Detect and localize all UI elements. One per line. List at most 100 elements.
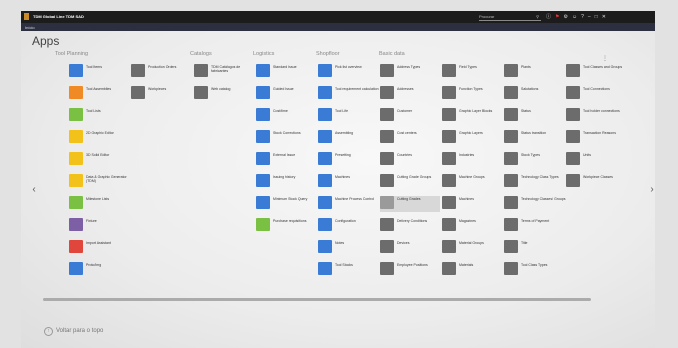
app-tile[interactable]: Cost/time — [256, 108, 316, 124]
app-tile-label: Issuing history — [273, 175, 296, 179]
app-tile[interactable]: Technology Classes/ Groups — [504, 196, 566, 212]
app-tile[interactable]: Machine Groups — [442, 174, 502, 190]
horizontal-scrollbar[interactable] — [43, 298, 591, 301]
app-tile-icon — [256, 152, 270, 165]
app-tile[interactable]: Production Orders — [131, 64, 191, 80]
close-icon[interactable]: ✕ — [602, 13, 606, 21]
app-tile[interactable]: Salutations — [504, 86, 564, 102]
app-tile[interactable]: Notes — [318, 240, 378, 256]
app-tile[interactable]: Devices — [380, 240, 440, 256]
search-icon[interactable]: ⚲ — [536, 13, 539, 20]
app-tile[interactable]: Delivery Conditions — [380, 218, 440, 234]
app-tile[interactable]: Countries — [380, 152, 440, 168]
app-tile[interactable]: Employee Positions — [380, 262, 440, 278]
settings-icon[interactable]: ⚙ — [564, 13, 568, 21]
app-tile[interactable]: Plants — [504, 64, 564, 80]
minimize-icon[interactable]: – — [588, 13, 591, 21]
user-icon[interactable]: ☺ — [572, 13, 577, 21]
app-tile[interactable]: Industries — [442, 152, 502, 168]
app-tile[interactable]: TDM Catálogos de fabricantes — [194, 64, 254, 80]
app-tile[interactable]: Units — [566, 152, 626, 168]
app-tile[interactable]: Customer — [380, 108, 440, 124]
flag-icon[interactable]: ⚑ — [555, 13, 559, 21]
app-tile[interactable]: Configuration — [318, 218, 378, 234]
help-icon[interactable]: ? — [581, 13, 584, 21]
app-tile[interactable]: Proto/Img — [69, 262, 129, 278]
app-tile[interactable]: Workpiece Classes — [566, 174, 626, 190]
app-tile[interactable]: Fixture — [69, 218, 129, 234]
app-tile[interactable]: Technology Class Types — [504, 174, 564, 190]
app-tile[interactable]: Graphic Layer Blocks — [442, 108, 502, 124]
app-tile[interactable]: Guided Issue — [256, 86, 316, 102]
app-tile[interactable]: Tool Life — [318, 108, 378, 124]
app-tile[interactable]: Stock Types — [504, 152, 564, 168]
app-tile-label: Graphic Layer Blocks — [459, 109, 493, 113]
app-tile[interactable]: Transaction Reasons — [566, 130, 626, 146]
app-tile[interactable]: External Issue — [256, 152, 316, 168]
app-tile[interactable]: Title — [504, 240, 564, 256]
app-tile[interactable]: Tool Items — [69, 64, 129, 80]
app-tile-icon — [69, 64, 83, 77]
app-tile[interactable]: Graphic Layers — [442, 130, 502, 146]
app-tile[interactable]: 2D Graphic Editor — [69, 130, 129, 146]
app-tile-label: Tool Items — [86, 65, 102, 69]
app-tile[interactable]: Web catalog — [194, 86, 254, 102]
app-tile[interactable]: Status — [504, 108, 564, 124]
app-tile[interactable]: Tool holder connections — [566, 108, 626, 124]
app-tile[interactable]: Tool Class Types — [504, 262, 564, 278]
app-tile[interactable]: Magazines — [442, 218, 502, 234]
more-icon[interactable]: ⋮ — [602, 55, 608, 62]
app-tile[interactable]: Function Types — [442, 86, 502, 102]
app-tile[interactable]: Standard Issue — [256, 64, 316, 80]
app-tile[interactable]: Import Assistant — [69, 240, 129, 256]
app-tile[interactable]: Tool Connections — [566, 86, 626, 102]
app-tile[interactable]: Issuing history — [256, 174, 316, 190]
app-tile-label: Magazines — [459, 219, 476, 223]
app-tile[interactable]: Cost centers — [380, 130, 440, 146]
app-tile[interactable]: Materials — [442, 262, 502, 278]
app-tile[interactable]: Tool Stocks — [318, 262, 378, 278]
app-tile[interactable]: 3D Solid Editor — [69, 152, 129, 168]
chevron-left-icon[interactable]: ‹ — [28, 183, 40, 197]
app-tile[interactable]: Tool Classes and Groups — [566, 64, 626, 80]
app-tile[interactable]: Cutting Grade Groups — [380, 174, 440, 190]
app-tile[interactable]: Stock Corrections — [256, 130, 316, 146]
app-tile-icon — [442, 130, 456, 143]
app-tile[interactable]: Purchase requisitions — [256, 218, 316, 234]
app-tile[interactable]: Tool requirement calculation — [318, 86, 379, 102]
back-to-top-label: Voltar para o topo — [56, 328, 104, 334]
app-tile[interactable]: Address Types — [380, 64, 440, 80]
app-tile[interactable]: Material Groups — [442, 240, 502, 256]
app-tile-icon — [380, 108, 394, 121]
app-tile[interactable]: Minimum Stock Query — [256, 196, 316, 212]
app-tile[interactable]: Pick list overview — [318, 64, 378, 80]
tab-home[interactable]: Início — [25, 25, 35, 30]
app-tile-label: 3D Solid Editor — [86, 153, 110, 157]
app-tile[interactable]: Cutting Grades — [380, 196, 440, 212]
app-tile-label: Minimum Stock Query — [273, 197, 308, 201]
back-to-top-link[interactable]: ↑ Voltar para o topo — [44, 327, 103, 336]
app-tile-icon — [442, 196, 456, 209]
app-tile-icon — [194, 64, 208, 77]
app-tile[interactable]: Machine Process Control — [318, 196, 378, 212]
app-tile[interactable]: Presetting — [318, 152, 378, 168]
chevron-right-icon[interactable]: › — [646, 183, 658, 197]
app-tile-icon — [504, 86, 518, 99]
app-tile[interactable]: Tool Lists — [69, 108, 129, 124]
app-tile[interactable]: Milestone Lists — [69, 196, 129, 212]
app-tile[interactable]: Status transition — [504, 130, 564, 146]
app-tile[interactable]: Tool Assemblies — [69, 86, 129, 102]
app-tile[interactable]: Assembling — [318, 130, 378, 146]
info-icon[interactable]: ⓘ — [546, 13, 551, 21]
app-tile[interactable]: Machines — [442, 196, 502, 212]
app-tile[interactable]: Terms of Payment — [504, 218, 564, 234]
app-tile-label: Tool Assemblies — [86, 87, 112, 91]
app-tile[interactable]: Workpieces — [131, 86, 191, 102]
app-tile[interactable]: Field Types — [442, 64, 502, 80]
search-placeholder: Procurar — [479, 14, 495, 19]
maximize-icon[interactable]: □ — [595, 13, 598, 21]
app-tile[interactable]: Addresses — [380, 86, 440, 102]
app-tile[interactable]: Machines — [318, 174, 378, 190]
app-tile[interactable]: Data & Graphic Generator (TDM) — [69, 174, 129, 190]
search-input[interactable]: Procurar ⚲ — [479, 13, 541, 21]
